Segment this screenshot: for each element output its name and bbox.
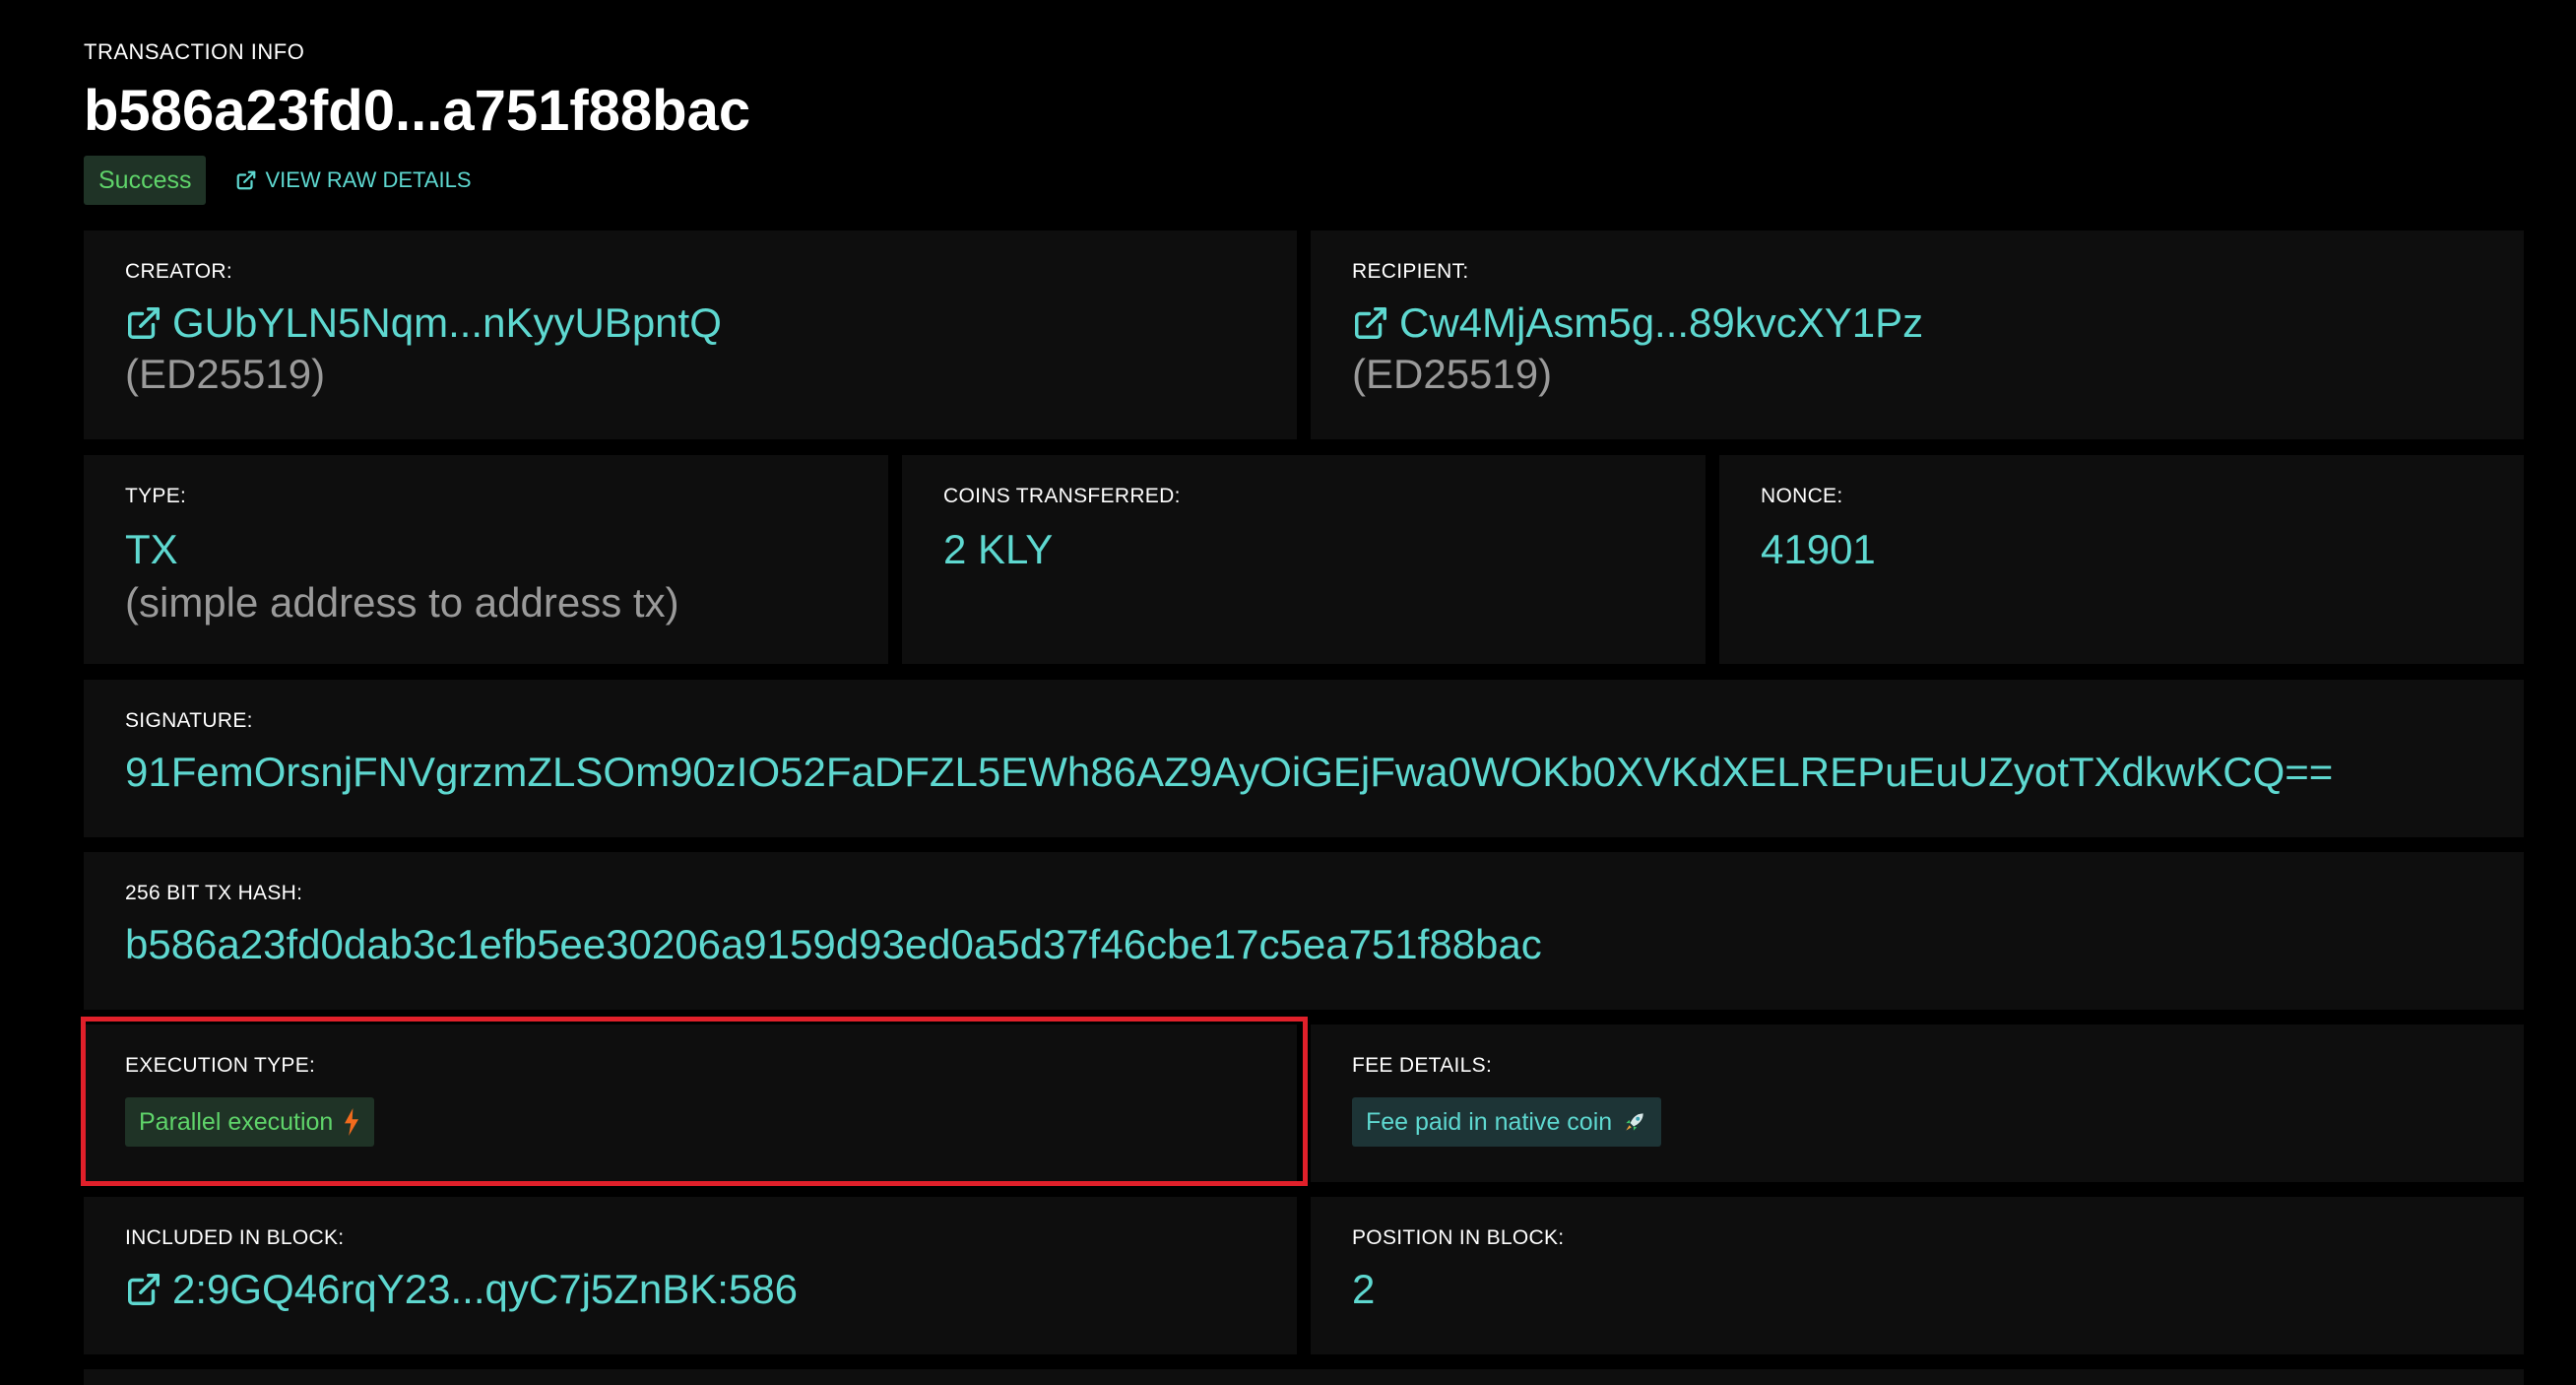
section-eyebrow: TRANSACTION INFO [84, 39, 305, 64]
lightning-icon [343, 1108, 360, 1136]
nonce-value: 41901 [1761, 526, 1876, 572]
nonce-card: NONCE: 41901 [1719, 455, 2524, 664]
transaction-header: TRANSACTION INFO b586a23fd0...a751f88bac… [84, 37, 750, 205]
recipient-address-link[interactable]: Cw4MjAsm5g...89kvcXY1Pz [1352, 299, 1923, 347]
rocket-icon [1622, 1109, 1647, 1135]
recipient-label: RECIPIENT: [1352, 260, 1469, 283]
tx-hash-value: b586a23fd0dab3c1efb5ee30206a9159d93ed0a5… [125, 921, 1542, 967]
nonce-label: NONCE: [1761, 485, 1843, 507]
transaction-title: b586a23fd0...a751f88bac [84, 79, 751, 143]
signature-value: 91FemOrsnjFNVgrzmZLSOm90zIO52FaDFZL5EWh8… [125, 749, 2334, 795]
signature-card: SIGNATURE: 91FemOrsnjFNVgrzmZLSOm90zIO52… [84, 680, 2524, 837]
coins-transferred-value: 2 KLY [943, 526, 1054, 572]
external-link-icon [128, 1274, 160, 1305]
execution-type-card: EXECUTION TYPE: Parallel execution [84, 1024, 1297, 1182]
creator-key-type: (ED25519) [125, 351, 326, 397]
creator-card: CREATOR: GUbYLN5Nqm...nKyyUBpntQ (ED2551… [84, 231, 1297, 439]
coins-transferred-card: COINS TRANSFERRED: 2 KLY [902, 455, 1706, 664]
type-description: (simple address to address tx) [125, 579, 679, 626]
included-in-block-value: 2:9GQ46rqY23...qyC7j5ZnBK:586 [172, 1266, 799, 1312]
position-in-block-card: POSITION IN BLOCK: 2 [1311, 1197, 2524, 1354]
status-row: Success VIEW RAW DETAILS [84, 156, 750, 205]
execution-type-label: EXECUTION TYPE: [125, 1054, 316, 1077]
tx-hash-label: 256 BIT TX HASH: [125, 882, 303, 904]
fee-details-card: FEE DETAILS: Fee paid in native coin [1311, 1024, 2524, 1182]
creator-address-link[interactable]: GUbYLN5Nqm...nKyyUBpntQ [125, 299, 722, 347]
recipient-key-type: (ED25519) [1352, 351, 1553, 397]
fee-details-label: FEE DETAILS: [1352, 1054, 1493, 1077]
tx-hash-card: 256 BIT TX HASH: b586a23fd0dab3c1efb5ee3… [84, 852, 2524, 1010]
execution-type-badge: Parallel execution [125, 1097, 375, 1147]
type-card: TYPE: TX (simple address to address tx) [84, 455, 888, 664]
execution-type-value: Parallel execution [139, 1108, 334, 1136]
coins-transferred-label: COINS TRANSFERRED: [943, 485, 1181, 507]
recipient-card: RECIPIENT: Cw4MjAsm5g...89kvcXY1Pz (ED25… [1311, 231, 2524, 439]
status-badge: Success [84, 156, 207, 205]
position-in-block-value: 2 [1352, 1266, 1376, 1312]
creator-label: CREATOR: [125, 260, 232, 283]
fee-details-badge: Fee paid in native coin [1352, 1097, 1662, 1147]
type-value: TX [125, 526, 178, 572]
external-link-icon [237, 170, 256, 190]
next-card-partial [84, 1369, 2524, 1385]
view-raw-details-link[interactable]: VIEW RAW DETAILS [235, 167, 472, 193]
external-link-icon [1355, 307, 1386, 339]
creator-address: GUbYLN5Nqm...nKyyUBpntQ [172, 299, 722, 346]
fee-details-value: Fee paid in native coin [1366, 1108, 1613, 1136]
view-raw-details-label: VIEW RAW DETAILS [265, 167, 472, 192]
external-link-icon [128, 307, 160, 339]
transaction-info-page: TRANSACTION INFO b586a23fd0...a751f88bac… [0, 0, 2576, 1385]
signature-label: SIGNATURE: [125, 709, 253, 732]
included-in-block-card: INCLUDED IN BLOCK: 2:9GQ46rqY23...qyC7j5… [84, 1197, 1297, 1354]
position-in-block-label: POSITION IN BLOCK: [1352, 1226, 1565, 1249]
included-in-block-label: INCLUDED IN BLOCK: [125, 1226, 345, 1249]
included-in-block-link[interactable]: 2:9GQ46rqY23...qyC7j5ZnBK:586 [125, 1266, 798, 1313]
recipient-address: Cw4MjAsm5g...89kvcXY1Pz [1399, 299, 1924, 346]
type-label: TYPE: [125, 485, 187, 507]
